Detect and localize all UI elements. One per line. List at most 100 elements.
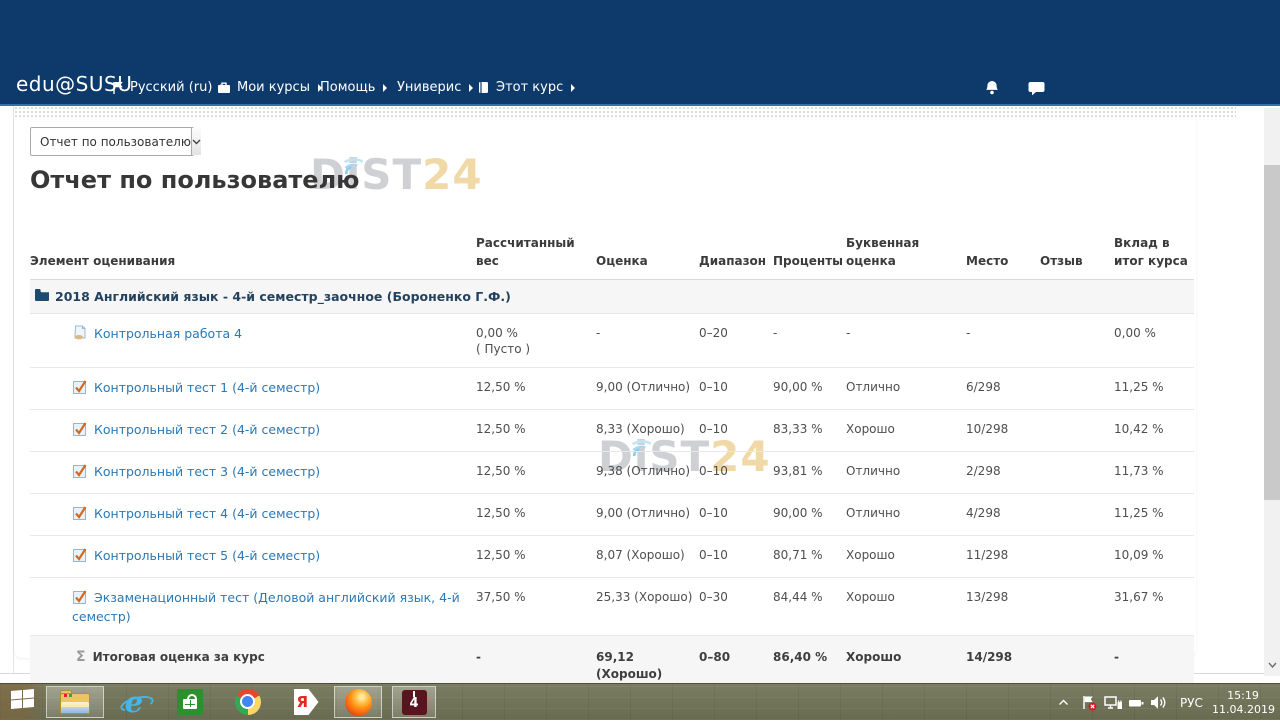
assignment-icon: [72, 325, 88, 345]
cell-grade: -: [596, 314, 699, 367]
taskbar-archiver[interactable]: 4: [392, 686, 436, 718]
cell-rank: -: [966, 314, 1040, 367]
cell-weight: 37,50 %: [476, 578, 596, 635]
table-row: Контрольный тест 1 (4-й семестр) 12,50 %…: [30, 368, 1194, 410]
table-row: Контрольная работа 4 0,00 % ( Пусто ) - …: [30, 314, 1194, 368]
cell-grade: 25,33 (Хорошо): [596, 578, 699, 635]
grade-item-link[interactable]: Контрольная работа 4: [94, 326, 242, 341]
start-button[interactable]: [2, 686, 44, 718]
taskbar-chrome[interactable]: [226, 686, 270, 718]
cell-percent: 90,00 %: [773, 494, 846, 535]
cell-contribution: 31,67 %: [1114, 578, 1194, 635]
table-header-row: Элемент оценивания Рассчитанный вес Оцен…: [30, 226, 1194, 280]
power-battery-icon[interactable]: [1128, 684, 1145, 721]
grade-item-link[interactable]: Экзаменационный тест (Деловой английский…: [72, 590, 460, 624]
windows-taskbar: e Я 4 РУС 15:19 11.04.2019: [0, 683, 1280, 720]
cell-percent: 93,81 %: [773, 452, 846, 493]
category-row: 2018 Английский язык - 4-й семестр_заочн…: [30, 280, 1194, 314]
report-type-select[interactable]: Отчет по пользователю: [30, 127, 194, 156]
taskbar-yandex-browser[interactable]: Я: [284, 686, 328, 718]
cell-range: 0–10: [699, 368, 773, 409]
scrollbar-down-arrow[interactable]: [1266, 659, 1278, 671]
cell-range: 0–10: [699, 452, 773, 493]
quiz-icon: [72, 589, 88, 609]
grade-item-link[interactable]: Контрольный тест 2 (4-й семестр): [94, 422, 320, 437]
grade-item-link[interactable]: Контрольный тест 4 (4-й семестр): [94, 506, 320, 521]
cell-letter: Хорошо: [846, 536, 966, 577]
nav-item-this-course[interactable]: Этот курс: [477, 80, 575, 95]
taskbar-file-explorer[interactable]: [46, 686, 104, 718]
table-row: Контрольный тест 5 (4-й семестр) 12,50 %…: [30, 536, 1194, 578]
category-name: 2018 Английский язык - 4-й семестр_заочн…: [55, 289, 511, 304]
cell-rank: 6/298: [966, 368, 1040, 409]
cell-contribution: 11,73 %: [1114, 452, 1194, 493]
cell-grade: 9,00 (Отлично): [596, 368, 699, 409]
grade-item-link[interactable]: Контрольный тест 1 (4-й семестр): [94, 380, 320, 395]
select-dropdown-button[interactable]: [191, 128, 201, 155]
volume-icon[interactable]: [1150, 684, 1167, 721]
bell-icon[interactable]: [984, 80, 1000, 101]
cell-range: 0–30: [699, 578, 773, 635]
table-row: Контрольный тест 4 (4-й семестр) 12,50 %…: [30, 494, 1194, 536]
cell-feedback: [1040, 368, 1114, 409]
cell-rank: 4/298: [966, 494, 1040, 535]
header-weight: Рассчитанный вес: [476, 226, 596, 279]
nav-item-language[interactable]: Русский (ru): [112, 80, 224, 95]
book-icon: [477, 81, 490, 94]
cell-weight: 12,50 %: [476, 494, 596, 535]
flag-icon: [112, 81, 124, 94]
grade-item-link[interactable]: Контрольный тест 5 (4-й семестр): [94, 548, 320, 563]
cell-letter: Хорошо: [846, 410, 966, 451]
cell-feedback: [1040, 494, 1114, 535]
cell-feedback: [1040, 452, 1114, 493]
file-explorer-icon: [60, 690, 90, 714]
cell-contribution: 11,25 %: [1114, 368, 1194, 409]
archiver-4-icon: 4: [402, 690, 427, 715]
folder-icon: [34, 288, 50, 305]
top-banner: edu@SUSU Русский (ru) Мои курсы Помощь У…: [0, 0, 1280, 106]
cell-rank: 13/298: [966, 578, 1040, 635]
total-label: Итоговая оценка за курс: [93, 650, 265, 664]
cell-rank: 2/298: [966, 452, 1040, 493]
cell-weight: 12,50 %: [476, 368, 596, 409]
cell-grade: 8,33 (Хорошо): [596, 410, 699, 451]
header-grade: Оценка: [596, 226, 699, 279]
tray-chevron-up[interactable]: [1058, 684, 1069, 721]
quiz-icon: [72, 547, 88, 567]
cell-percent: 83,33 %: [773, 410, 846, 451]
vertical-scrollbar-thumb[interactable]: [1264, 165, 1280, 500]
cell-weight: 12,50 %: [476, 410, 596, 451]
cell-feedback: [1040, 536, 1114, 577]
quiz-icon: [72, 421, 88, 441]
cell-range: 0–20: [699, 314, 773, 367]
chat-icon[interactable]: [1028, 81, 1046, 101]
cell-grade: 8,07 (Хорошо): [596, 536, 699, 577]
cell-contribution: 0,00 %: [1114, 314, 1194, 367]
cell-letter: Отлично: [846, 368, 966, 409]
header-item: Элемент оценивания: [30, 226, 476, 279]
taskbar-internet-explorer[interactable]: e: [112, 686, 156, 718]
header-rank: Место: [966, 226, 1040, 279]
chevron-right-icon: [571, 84, 575, 92]
nav-item-univeris[interactable]: Универис: [397, 80, 473, 95]
cell-grade: 9,38 (Отлично): [596, 452, 699, 493]
header-feedback: Отзыв: [1040, 226, 1114, 279]
cell-weight: 12,50 %: [476, 452, 596, 493]
language-indicator[interactable]: РУС: [1180, 684, 1203, 721]
cell-weight: 0,00 % ( Пусто ): [476, 314, 596, 367]
nav-item-my-courses[interactable]: Мои курсы: [217, 80, 322, 95]
header-contribution: Вклад в итог курса: [1114, 226, 1194, 279]
clock[interactable]: 15:19 11.04.2019: [1212, 684, 1274, 721]
chevron-right-icon: [383, 84, 387, 92]
quiz-icon: [72, 505, 88, 525]
nav-item-help[interactable]: Помощь: [320, 80, 387, 95]
firefox-icon: [345, 689, 372, 716]
flag-alert-icon[interactable]: [1080, 684, 1098, 721]
taskbar-firefox[interactable]: [334, 686, 382, 718]
grade-item-link[interactable]: Контрольный тест 3 (4-й семестр): [94, 464, 320, 479]
taskbar-windows-store[interactable]: [168, 686, 212, 718]
cell-letter: -: [846, 314, 966, 367]
cell-rank: 11/298: [966, 536, 1040, 577]
page-texture-strip: [14, 106, 1236, 118]
network-icon[interactable]: [1104, 684, 1123, 721]
